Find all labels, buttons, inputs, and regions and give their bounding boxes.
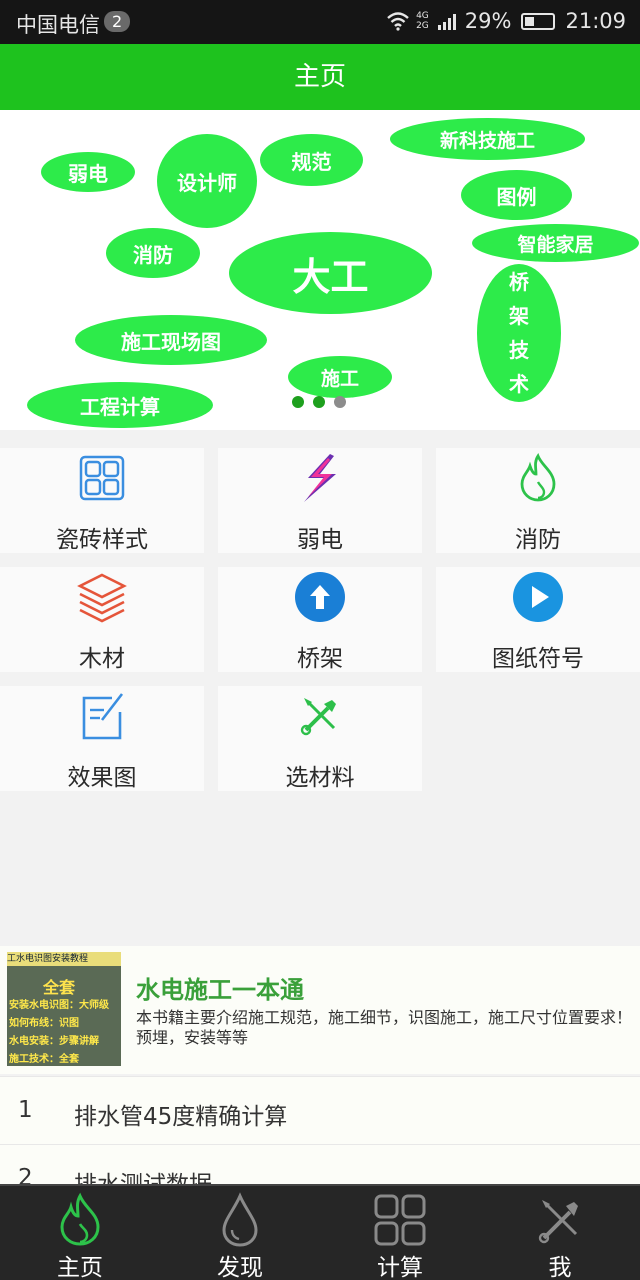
- cover-title: 工水电识图安装教程: [7, 952, 121, 966]
- grid-item-fire[interactable]: 消防: [436, 448, 640, 553]
- app-root: 中国电信 2 4G 2G 29% 21:09 主页 弱电 设计师 规范 新科技施…: [0, 0, 640, 1280]
- carousel-dot: [292, 396, 304, 408]
- tools-icon: [300, 698, 336, 736]
- carousel-dot: [313, 396, 325, 408]
- network-type: 4G 2G: [416, 11, 429, 31]
- cover-line: 施工技术：全套: [9, 1054, 79, 1065]
- signal-icon: [437, 14, 456, 30]
- clock: 21:09: [565, 9, 626, 33]
- tag-weak-current[interactable]: 弱电: [41, 152, 135, 192]
- grid-item-tiles[interactable]: 瓷砖样式: [0, 448, 204, 553]
- grid-item-label: 瓷砖样式: [56, 527, 148, 553]
- tag-legend[interactable]: 图例: [461, 170, 572, 220]
- status-right: 4G 2G 29% 21:09: [386, 9, 626, 33]
- grid-item-weak-current[interactable]: 弱电: [218, 448, 422, 553]
- carousel-dot: [334, 396, 346, 408]
- grid-item-cable-tray[interactable]: 桥架: [218, 567, 422, 672]
- nav-home[interactable]: 主页: [0, 1186, 160, 1280]
- book-cover: 工水电识图安装教程 全套 安装水电识图：大师级 如何布线：识图 水电安装：步骤讲…: [7, 952, 121, 1066]
- fire-icon: [60, 1192, 100, 1246]
- arrow-up-circle-icon: [295, 572, 345, 622]
- status-bar: 中国电信 2 4G 2G 29% 21:09: [0, 0, 640, 44]
- tag-standards[interactable]: 规范: [260, 134, 363, 186]
- tag-fire[interactable]: 消防: [106, 228, 200, 278]
- notification-badge: 2: [104, 11, 131, 32]
- grid-item-label: 桥架: [297, 646, 343, 672]
- tag-char: 技: [509, 338, 529, 362]
- battery-icon: [521, 12, 556, 30]
- carrier-label: 中国电信: [16, 13, 100, 37]
- tag-calculation[interactable]: 工程计算: [27, 382, 213, 428]
- tag-cloud-banner[interactable]: 弱电 设计师 规范 新科技施工 图例 智能家居 消防 大工 桥 架 技 术 施工…: [0, 110, 640, 430]
- tag-new-tech[interactable]: 新科技施工: [390, 118, 585, 160]
- nav-discover[interactable]: 发现: [160, 1186, 320, 1280]
- nav-label: 发现: [217, 1255, 263, 1280]
- page-title: 主页: [0, 44, 640, 110]
- carousel-indicator: [292, 396, 346, 408]
- battery-percent: 29%: [464, 9, 512, 33]
- water-drop-icon: [222, 1192, 258, 1247]
- tag-smart-home[interactable]: 智能家居: [472, 224, 639, 262]
- tag-char: 桥: [509, 270, 529, 294]
- tag-site-photos[interactable]: 施工现场图: [75, 315, 267, 365]
- book-title: 水电施工一本通: [136, 976, 304, 1004]
- cover-line: 安装水电识图：大师级: [9, 1000, 109, 1011]
- grid-item-label: 木材: [79, 646, 125, 672]
- wifi-icon: [387, 12, 409, 31]
- tag-big-work[interactable]: 大工: [229, 232, 432, 314]
- tiles-icon: [79, 455, 125, 501]
- tag-char: 架: [509, 304, 529, 328]
- edit-document-icon: [82, 693, 124, 740]
- grid-icon: [374, 1194, 426, 1246]
- book-description: 本书籍主要介绍施工规范，施工细节，识图施工，施工尺寸位置要求！预埋，安装等等: [136, 1008, 633, 1047]
- layers-icon: [77, 573, 127, 623]
- bottom-nav: 主页 发现 计算 我: [0, 1184, 640, 1280]
- grid-item-renderings[interactable]: 效果图: [0, 686, 204, 791]
- play-circle-icon: [513, 572, 563, 622]
- tag-construction[interactable]: 施工: [288, 356, 392, 398]
- nav-label: 我: [548, 1255, 572, 1280]
- nav-label: 计算: [377, 1255, 423, 1280]
- tag-char: 术: [509, 372, 529, 396]
- grid-item-drawing-symbols[interactable]: 图纸符号: [436, 567, 640, 672]
- nav-calculate[interactable]: 计算: [320, 1186, 480, 1280]
- nav-label: 主页: [57, 1255, 103, 1280]
- tools-icon: [538, 1200, 578, 1244]
- grid-item-label: 图纸符号: [492, 646, 584, 672]
- grid-item-label: 选材料: [285, 765, 355, 791]
- book-card[interactable]: 工水电识图安装教程 全套 安装水电识图：大师级 如何布线：识图 水电安装：步骤讲…: [0, 946, 640, 1074]
- cover-line: 如何布线：识图: [9, 1018, 79, 1029]
- grid-item-materials[interactable]: 选材料: [218, 686, 422, 791]
- grid-item-label: 弱电: [297, 527, 343, 553]
- grid-item-label: 消防: [515, 527, 561, 553]
- grid-item-wood[interactable]: 木材: [0, 567, 204, 672]
- grid-item-label: 效果图: [67, 765, 137, 791]
- list-item-number: 1: [18, 1097, 33, 1123]
- nav-me[interactable]: 我: [480, 1186, 640, 1280]
- lightning-icon: [304, 454, 336, 502]
- fire-icon: [520, 453, 556, 502]
- cover-badge: 全套: [43, 978, 76, 997]
- cover-line: 水电安装：步骤讲解: [9, 1036, 99, 1047]
- tag-designer[interactable]: 设计师: [157, 134, 257, 228]
- tag-cable-tray[interactable]: 桥 架 技 术: [477, 264, 561, 402]
- list-item[interactable]: 1 排水管45度精确计算: [0, 1076, 640, 1144]
- list-item-title: 排水管45度精确计算: [74, 1104, 288, 1130]
